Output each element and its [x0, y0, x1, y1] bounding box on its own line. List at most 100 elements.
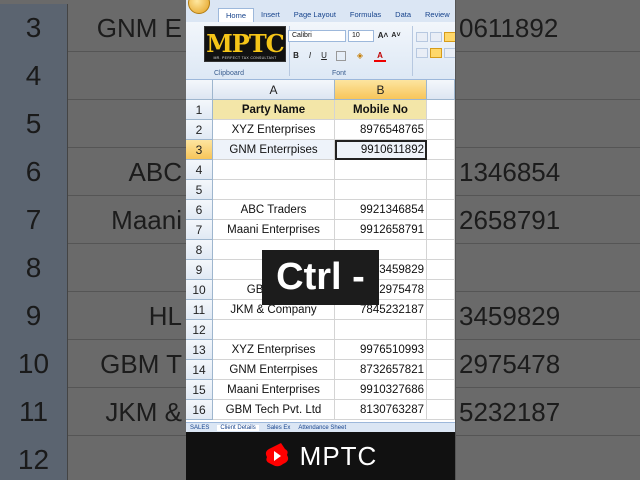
cell-empty[interactable] — [427, 400, 455, 420]
tab-home[interactable]: Home — [218, 8, 255, 22]
bg-cell-left: Maani — [111, 204, 182, 235]
borders-icon[interactable] — [336, 51, 346, 61]
cell-empty[interactable] — [427, 360, 455, 380]
column-header-a[interactable]: A — [213, 80, 335, 100]
group-label-font: Font — [332, 70, 347, 77]
cell-empty[interactable] — [427, 340, 455, 360]
row-header[interactable]: 15 — [186, 380, 213, 400]
cell-party-name[interactable] — [213, 180, 335, 200]
row-header[interactable]: 11 — [186, 300, 213, 320]
row-header[interactable]: 3 — [186, 140, 213, 160]
align-left-icon[interactable] — [416, 48, 428, 58]
row-header[interactable]: 6 — [186, 200, 213, 220]
tab-insert[interactable]: Insert — [254, 8, 287, 22]
align-top-icon[interactable] — [416, 32, 428, 42]
cell-empty[interactable] — [427, 240, 455, 260]
cell-party-name[interactable]: XYZ Enterprises — [213, 340, 335, 360]
tab-review[interactable]: Review — [418, 8, 455, 22]
cell-mobile-no[interactable]: 8130763287 — [335, 400, 427, 420]
cell-mobile-no[interactable]: 9910611892 — [335, 140, 427, 160]
cell-party-name[interactable]: GBM Tech Pvt. Ltd — [213, 400, 335, 420]
row-header[interactable]: 4 — [186, 160, 213, 180]
fill-color-icon[interactable]: ◈ — [354, 50, 366, 62]
row-header[interactable]: 12 — [186, 320, 213, 340]
row-header[interactable]: 16 — [186, 400, 213, 420]
column-header-b[interactable]: B — [335, 80, 427, 100]
cell-party-name[interactable]: GNM Enterrpises — [213, 360, 335, 380]
shrink-font-button[interactable]: A˅ — [390, 30, 402, 42]
cell-mobile-no[interactable]: Mobile No — [335, 100, 427, 120]
row-header[interactable]: 10 — [186, 280, 213, 300]
cell-party-name[interactable]: Maani Enterprises — [213, 380, 335, 400]
row-header[interactable]: 5 — [186, 180, 213, 200]
cell-mobile-no[interactable]: 9921346854 — [335, 200, 427, 220]
cell-empty[interactable] — [427, 100, 455, 120]
italic-button[interactable]: I — [304, 50, 316, 62]
cell-empty[interactable] — [427, 200, 455, 220]
cell-party-name[interactable] — [213, 320, 335, 340]
office-button-icon[interactable] — [188, 0, 210, 14]
sheet-tab-sales[interactable]: SALES — [190, 425, 209, 431]
row-header[interactable]: 9 — [186, 260, 213, 280]
font-color-button[interactable]: A — [374, 50, 386, 62]
cell-empty[interactable] — [427, 320, 455, 340]
align-right-icon[interactable] — [444, 48, 455, 58]
align-middle-icon[interactable] — [430, 32, 442, 42]
cell-mobile-no[interactable] — [335, 160, 427, 180]
cell-party-name[interactable]: Party Name — [213, 100, 335, 120]
table-row: 2 XYZ Enterprises 8976548765 — [186, 120, 455, 140]
row-header[interactable]: 8 — [186, 240, 213, 260]
cell-empty[interactable] — [427, 300, 455, 320]
cell-empty[interactable] — [427, 380, 455, 400]
row-header[interactable]: 1 — [186, 100, 213, 120]
cell-mobile-no[interactable] — [335, 320, 427, 340]
grow-font-button[interactable]: A˄ — [377, 30, 389, 42]
bg-cell-left: GNM E — [96, 12, 182, 43]
select-all-corner[interactable] — [186, 80, 213, 100]
column-header-c[interactable] — [427, 80, 455, 100]
cell-empty[interactable] — [427, 220, 455, 240]
cell-empty[interactable] — [427, 180, 455, 200]
sheet-tab-client-details[interactable]: Client Details — [217, 424, 259, 431]
cell-empty[interactable] — [427, 160, 455, 180]
sheet-tab-attendance[interactable]: Attendance Sheet — [298, 425, 346, 431]
cell-empty[interactable] — [427, 120, 455, 140]
align-center-icon[interactable] — [430, 48, 442, 58]
cell-mobile-no[interactable]: 9910327686 — [335, 380, 427, 400]
tab-formulas[interactable]: Formulas — [343, 8, 388, 22]
cell-mobile-no[interactable]: 9912658791 — [335, 220, 427, 240]
bold-button[interactable]: B — [290, 50, 302, 62]
logo-text: MPTC — [206, 29, 285, 58]
tab-data[interactable]: Data — [388, 8, 418, 22]
cell-mobile-no[interactable]: 8732657821 — [335, 360, 427, 380]
bg-cell-right: 1346854 — [459, 156, 561, 187]
cell-party-name[interactable]: Maani Enterprises — [213, 220, 335, 240]
cell-party-name[interactable]: ABC Traders — [213, 200, 335, 220]
bg-cell-left: JKM & — [105, 396, 182, 427]
row-header[interactable]: 2 — [186, 120, 213, 140]
row-header[interactable]: 7 — [186, 220, 213, 240]
bg-cell-right: 3459829 — [459, 300, 561, 331]
bg-row-number: 11 — [0, 388, 68, 436]
bg-cell-left — [68, 100, 186, 148]
cell-party-name[interactable]: XYZ Enterprises — [213, 120, 335, 140]
tab-page-layout[interactable]: Page Layout — [287, 8, 343, 22]
sheet-tab-sales-ex[interactable]: Sales Ex — [267, 425, 291, 431]
row-header[interactable]: 13 — [186, 340, 213, 360]
cell-mobile-no[interactable] — [335, 180, 427, 200]
bg-cell-left — [68, 436, 186, 480]
cell-party-name[interactable]: GNM Enterrpises — [213, 140, 335, 160]
row-header[interactable]: 14 — [186, 360, 213, 380]
cell-party-name[interactable] — [213, 160, 335, 180]
font-name-select[interactable]: Calibri — [288, 30, 346, 42]
cell-empty[interactable] — [427, 280, 455, 300]
cell-empty[interactable] — [427, 140, 455, 160]
cell-mobile-no[interactable]: 8976548765 — [335, 120, 427, 140]
font-size-select[interactable]: 10 — [348, 30, 374, 42]
bg-row-number: 4 — [0, 52, 68, 100]
align-bottom-icon[interactable] — [444, 32, 455, 42]
cell-mobile-no[interactable]: 9976510993 — [335, 340, 427, 360]
underline-button[interactable]: U — [318, 50, 330, 62]
cell-empty[interactable] — [427, 260, 455, 280]
bg-cell-left: ABC — [128, 156, 182, 187]
